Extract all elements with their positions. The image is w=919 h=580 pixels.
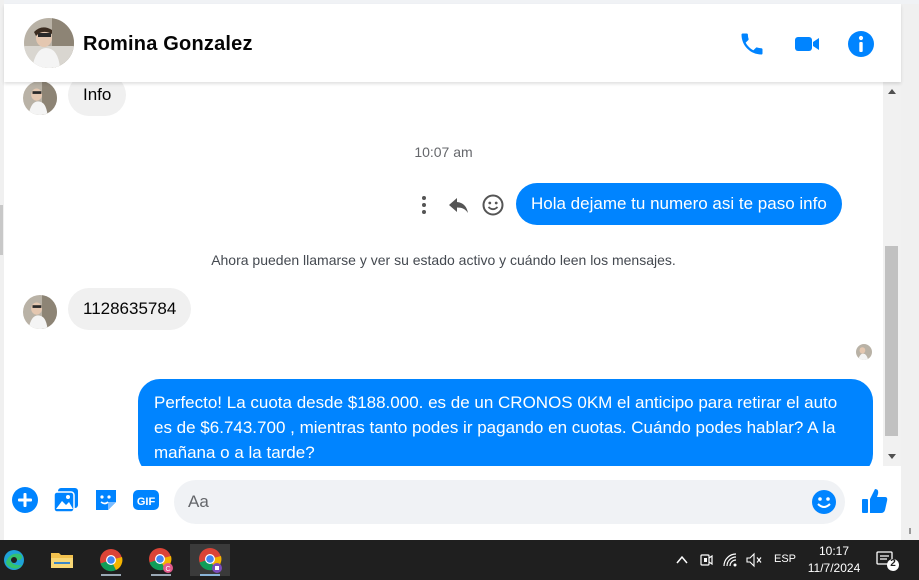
scroll-up-arrow[interactable] xyxy=(888,89,896,94)
gif-label: GIF xyxy=(137,496,156,508)
outgoing-message[interactable]: Hola dejame tu numero asi te paso info xyxy=(516,183,842,225)
message-input-wrapper xyxy=(174,480,845,524)
chat-header: Romina Gonzalez xyxy=(4,4,901,82)
volume-muted-icon[interactable] xyxy=(745,552,763,568)
clock-time: 10:17 xyxy=(818,544,850,558)
svg-text:C: C xyxy=(165,566,170,573)
video-camera-icon[interactable] xyxy=(793,30,821,58)
page-scroll-mark xyxy=(909,528,911,534)
phone-icon[interactable] xyxy=(738,30,766,58)
conversation-pane[interactable]: Info 10:07 am Hola dejame tu numero asi … xyxy=(4,82,883,466)
language-indicator[interactable]: ESP xyxy=(774,553,796,565)
message-composer: GIF xyxy=(4,466,901,540)
contact-avatar[interactable] xyxy=(24,18,74,68)
info-icon[interactable] xyxy=(847,30,875,58)
contact-message-avatar[interactable] xyxy=(23,82,57,115)
photo-icon[interactable] xyxy=(52,486,80,514)
file-explorer-icon[interactable] xyxy=(42,544,82,576)
meet-now-icon[interactable] xyxy=(698,552,714,568)
gif-icon[interactable]: GIF xyxy=(132,486,160,514)
incoming-message[interactable]: 1128635784 xyxy=(68,288,192,330)
notification-count: 2 xyxy=(890,558,896,569)
conversation-scrollbar[interactable] xyxy=(883,82,901,466)
wifi-icon[interactable] xyxy=(722,552,740,568)
clock-date: 11/7/2024 xyxy=(807,561,861,575)
contact-message-avatar[interactable] xyxy=(23,295,57,329)
windows-taskbar: C ESP 10:17 11/7/2024 2 xyxy=(0,540,919,580)
incoming-message[interactable]: Info xyxy=(68,82,127,116)
scroll-down-arrow[interactable] xyxy=(888,454,896,459)
running-indicator xyxy=(200,574,220,576)
more-options-icon[interactable] xyxy=(414,193,438,217)
chrome-profile-icon[interactable]: C xyxy=(141,544,181,576)
system-notice: Ahora pueden llamarse y ver su estado ac… xyxy=(211,252,676,268)
outgoing-message[interactable]: Perfecto! La cuota desde $188.000. es de… xyxy=(138,379,873,466)
system-clock[interactable]: 10:17 11/7/2024 xyxy=(806,543,862,577)
messenger-window: Romina Gonzalez Info 10:07 am Hola dejam… xyxy=(0,0,919,580)
emoji-icon[interactable] xyxy=(810,488,838,516)
scroll-thumb[interactable] xyxy=(885,246,898,436)
read-receipt-avatar xyxy=(856,344,872,360)
edge-icon[interactable] xyxy=(0,544,40,576)
running-indicator xyxy=(151,574,171,576)
react-emoji-icon[interactable] xyxy=(481,193,505,217)
show-hidden-icons-chevron-icon[interactable] xyxy=(674,552,690,568)
page-scrollbar[interactable] xyxy=(901,4,919,540)
plus-icon[interactable] xyxy=(11,486,39,514)
reply-icon[interactable] xyxy=(447,193,471,217)
chrome-active-icon[interactable] xyxy=(190,544,230,576)
thumbs-up-icon[interactable] xyxy=(859,485,891,517)
contact-name[interactable]: Romina Gonzalez xyxy=(83,33,253,56)
message-timestamp: 10:07 am xyxy=(414,144,473,160)
running-indicator xyxy=(101,574,121,576)
chrome-icon[interactable] xyxy=(91,544,131,576)
left-edge-notch xyxy=(0,205,3,255)
sticker-icon[interactable] xyxy=(92,486,120,514)
notifications-icon[interactable]: 2 xyxy=(874,548,900,572)
message-input[interactable] xyxy=(188,480,808,524)
